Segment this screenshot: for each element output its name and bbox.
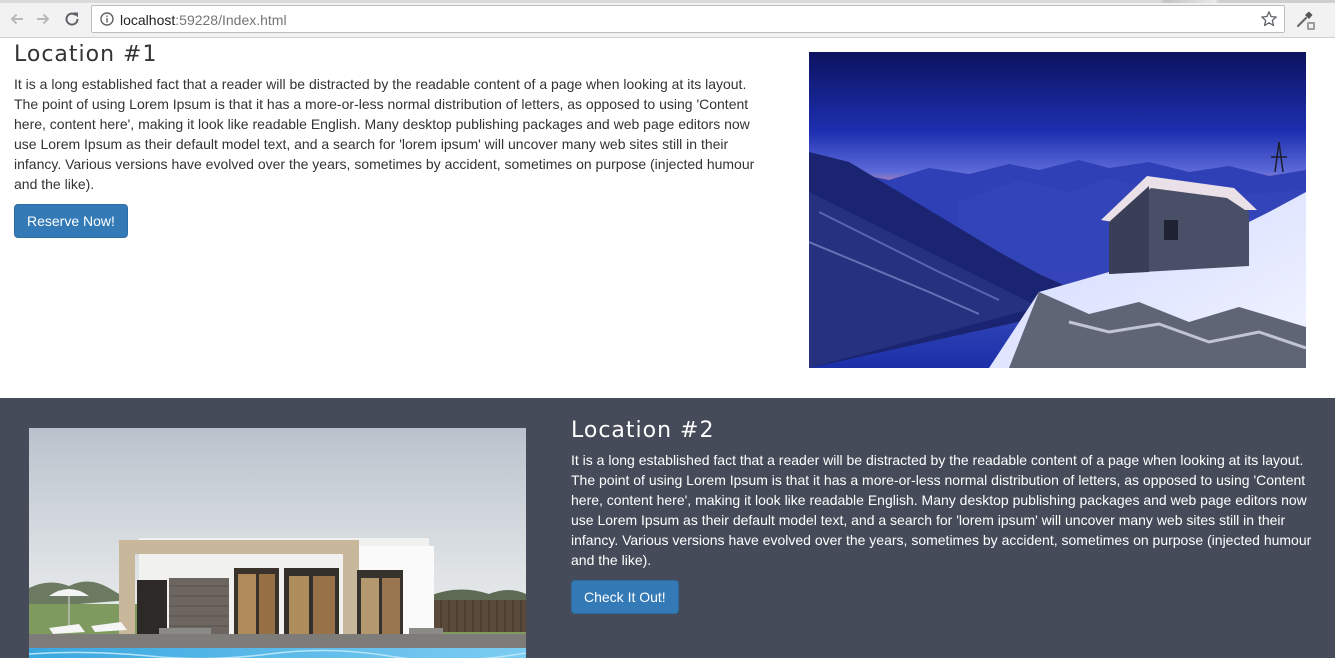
url-path: :59228/Index.html <box>175 12 287 28</box>
back-arrow-icon[interactable] <box>6 8 28 30</box>
location-1-description: It is a long established fact that a rea… <box>14 76 755 192</box>
tab-strip-edge <box>0 0 1335 3</box>
eyedropper-icon[interactable] <box>1294 9 1316 31</box>
star-icon[interactable] <box>1260 10 1278 28</box>
mountain-cabin-photo <box>809 52 1306 368</box>
location-2-title: Location #2 <box>571 418 715 443</box>
info-icon[interactable] <box>100 12 114 26</box>
address-bar[interactable]: localhost:59228/Index.html <box>91 5 1285 33</box>
modern-house-photo <box>29 428 526 658</box>
location-1-title: Location #1 <box>14 42 158 67</box>
url-host: localhost <box>120 12 176 28</box>
forward-arrow-icon[interactable] <box>32 8 54 30</box>
browser-toolbar: localhost:59228/Index.html <box>0 0 1335 38</box>
reserve-now-button[interactable]: Reserve Now! <box>14 204 128 238</box>
check-it-out-button[interactable]: Check It Out! <box>571 580 679 614</box>
location-2-description: It is a long established fact that a rea… <box>571 452 1312 568</box>
menu-icon[interactable] <box>1327 9 1329 29</box>
location-2-section: Location #2 It is a long established fac… <box>0 398 1335 658</box>
url-text: localhost:59228/Index.html <box>120 12 287 28</box>
location-1-section: Location #1 It is a long established fac… <box>0 38 1335 398</box>
reload-icon[interactable] <box>61 8 83 30</box>
page-content: Location #1 It is a long established fac… <box>0 38 1335 658</box>
